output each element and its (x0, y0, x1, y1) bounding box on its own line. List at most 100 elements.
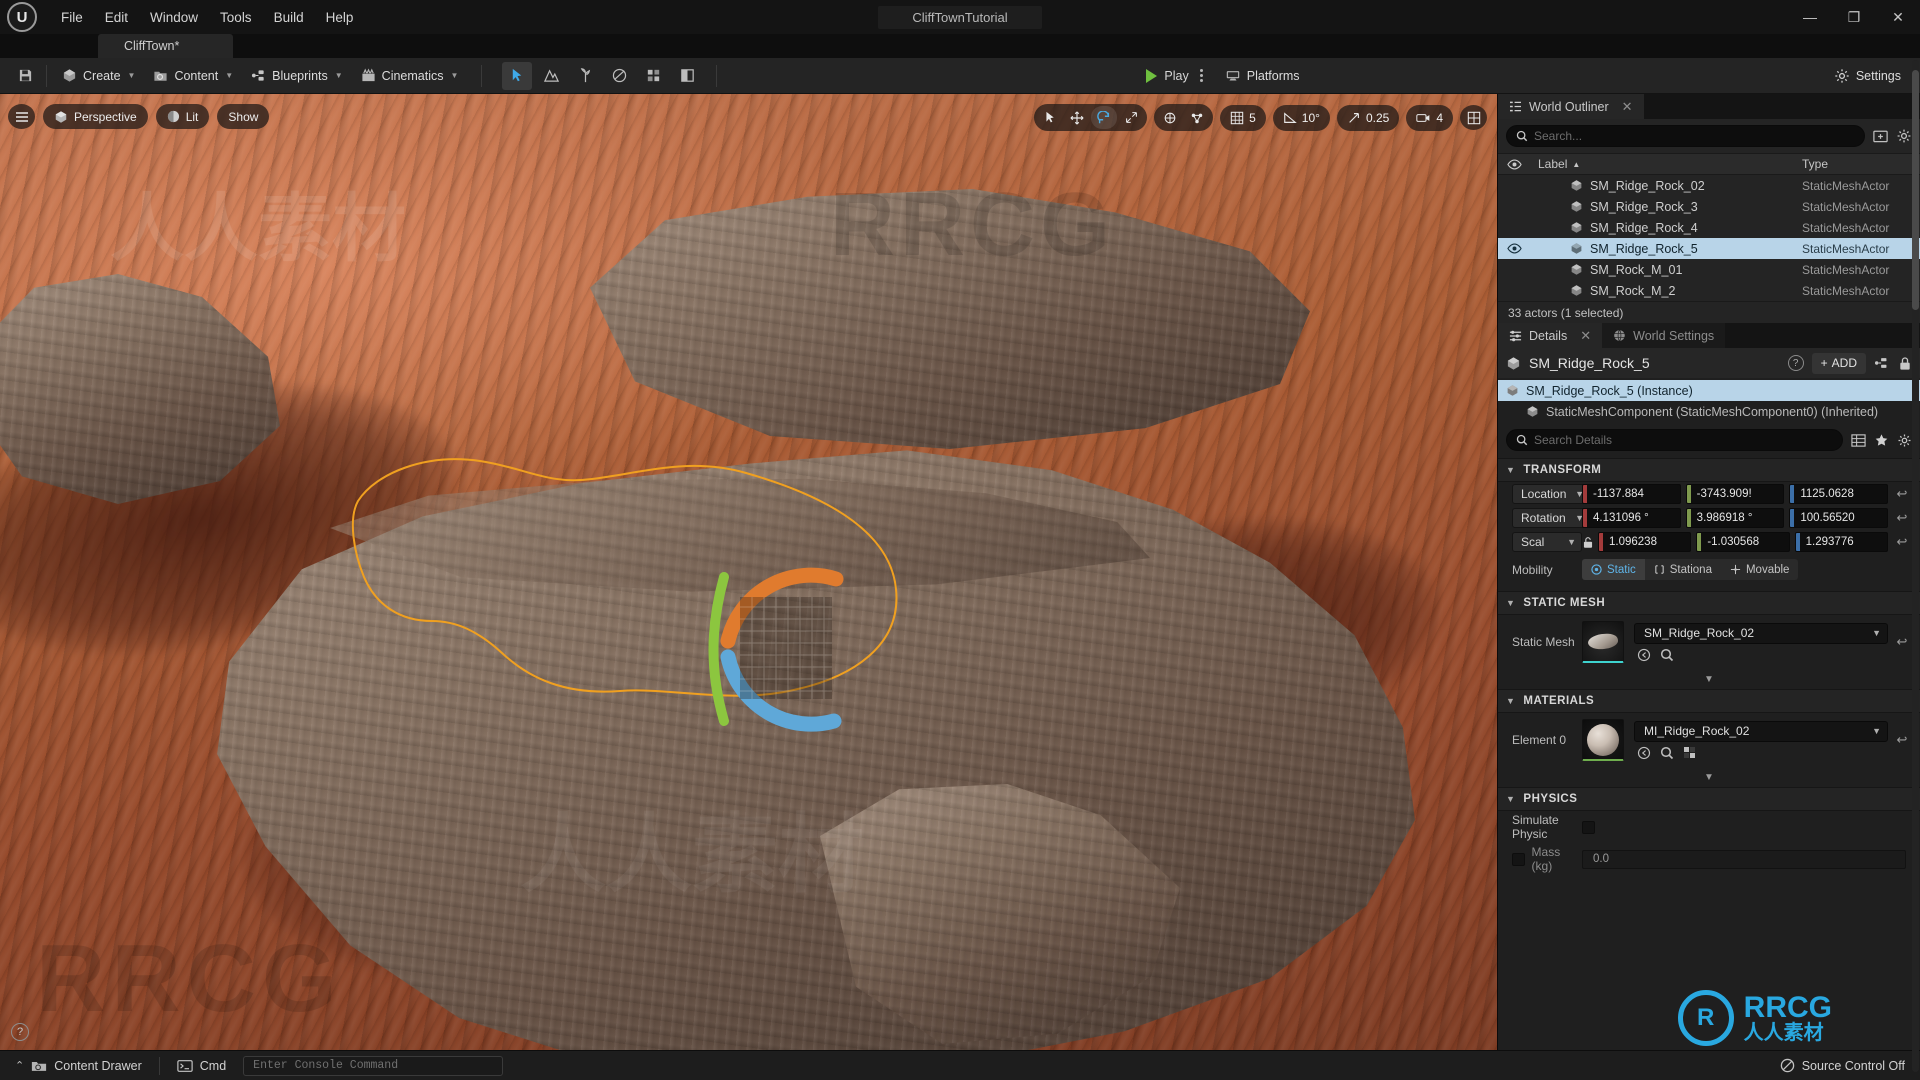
foliage-mode-icon[interactable] (570, 62, 600, 90)
material-thumbnail[interactable] (1582, 719, 1624, 761)
component-tree-row-staticmeshcomponent[interactable]: StaticMeshComponent (StaticMeshComponent… (1498, 401, 1920, 422)
unreal-engine-logo-icon[interactable]: U (7, 2, 37, 32)
mobility-static-option[interactable]: Static (1582, 559, 1645, 580)
rotation-gizmo[interactable] (706, 549, 856, 749)
simulate-physics-checkbox[interactable] (1582, 820, 1595, 834)
close-icon[interactable]: ✕ (1622, 99, 1633, 115)
menu-build[interactable]: Build (264, 6, 314, 29)
scale-tool-icon[interactable] (1118, 106, 1144, 129)
materials-expander-icon[interactable]: ▼ (1498, 767, 1920, 787)
menu-window[interactable]: Window (140, 6, 208, 29)
outliner-row[interactable]: SM_Ridge_Rock_5 StaticMeshActor (1498, 238, 1920, 259)
location-mode-combo[interactable]: Location ▼ (1512, 484, 1590, 504)
settings-button[interactable]: Settings (1825, 62, 1910, 90)
mass-value-input[interactable]: 0.0 (1582, 849, 1906, 869)
details-search-input[interactable]: Search Details (1506, 429, 1843, 451)
maximize-icon[interactable]: ❐ (1832, 0, 1876, 34)
scale-snap-control[interactable]: 0.25 (1336, 104, 1400, 131)
add-folder-icon[interactable] (1872, 128, 1889, 144)
checker-material-icon[interactable] (1683, 746, 1697, 760)
content-drawer-button[interactable]: ⌃ Content Drawer (8, 1056, 149, 1076)
static-mesh-expander-icon[interactable]: ▼ (1498, 669, 1920, 689)
source-control-button[interactable]: Source Control Off (1773, 1055, 1912, 1076)
rotation-z-input[interactable]: 100.56520 (1789, 508, 1889, 528)
mesh-paint-mode-icon[interactable] (604, 62, 634, 90)
location-y-input[interactable]: -3743.909! (1685, 484, 1785, 504)
search-asset-icon[interactable] (1660, 746, 1674, 760)
lighting-mode-button[interactable]: Lit (155, 104, 210, 129)
outliner-search-input[interactable]: Search... (1506, 125, 1865, 147)
brush-edit-mode-icon[interactable] (672, 62, 702, 90)
lock-icon[interactable] (1898, 356, 1912, 371)
close-icon[interactable]: ✕ (1876, 0, 1920, 34)
column-view-icon[interactable] (1851, 433, 1866, 448)
menu-file[interactable]: File (51, 6, 93, 29)
level-tab-clifftown[interactable]: CliffTown* (98, 34, 233, 58)
viewport-render[interactable]: RRCG 人人素材 人人素材 RRCG (0, 94, 1497, 1050)
mobility-movable-option[interactable]: Movable (1721, 559, 1798, 580)
console-command-input[interactable]: Enter Console Command (243, 1055, 504, 1076)
rotation-y-input[interactable]: 3.986918 ° (1685, 508, 1785, 528)
create-button[interactable]: Create ▼ (53, 62, 144, 90)
surface-snap-icon[interactable] (1184, 106, 1210, 129)
outliner-row[interactable]: SM_Ridge_Rock_3 StaticMeshActor (1498, 196, 1920, 217)
play-button[interactable]: Play (1138, 65, 1196, 87)
section-header-materials[interactable]: ▼ MATERIALS (1498, 689, 1920, 713)
cinematics-button[interactable]: Cinematics ▼ (352, 62, 468, 90)
world-space-icon[interactable] (1157, 106, 1183, 129)
content-button[interactable]: Content ▼ (144, 62, 242, 90)
scale-x-input[interactable]: 1.096238 (1598, 532, 1692, 552)
rotation-x-input[interactable]: 4.131096 ° (1582, 508, 1681, 528)
cmd-button[interactable]: Cmd (170, 1056, 233, 1076)
browse-to-asset-icon[interactable] (1637, 648, 1651, 662)
viewport-menu-icon[interactable] (8, 104, 35, 129)
static-mesh-combo[interactable]: SM_Ridge_Rock_02 ▼ (1634, 622, 1888, 644)
menu-tools[interactable]: Tools (210, 6, 262, 29)
component-tree-row-instance[interactable]: SM_Ridge_Rock_5 (Instance) (1498, 380, 1920, 401)
browse-to-asset-icon[interactable] (1637, 746, 1651, 760)
save-icon[interactable] (10, 62, 40, 90)
angle-snap-control[interactable]: 10° (1272, 104, 1330, 131)
outliner-row[interactable]: SM_Rock_M_2 StaticMeshActor (1498, 280, 1920, 301)
viewport-layout-icon[interactable] (1460, 105, 1487, 130)
section-header-transform[interactable]: ▼ TRANSFORM (1498, 458, 1920, 482)
minimize-icon[interactable]: — (1788, 0, 1832, 34)
select-tool-icon[interactable] (1037, 106, 1063, 129)
play-options-icon[interactable] (1197, 69, 1206, 82)
camera-speed-control[interactable]: 4 (1406, 104, 1453, 131)
section-header-physics[interactable]: ▼ PHYSICS (1498, 787, 1920, 811)
favorites-star-icon[interactable] (1874, 433, 1889, 448)
visibility-icon[interactable] (1498, 159, 1530, 170)
mobility-stationary-option[interactable]: Stationa (1645, 559, 1721, 580)
outliner-row[interactable]: SM_Rock_M_01 StaticMeshActor (1498, 259, 1920, 280)
scale-mode-combo[interactable]: Scal ▼ (1512, 532, 1582, 552)
move-tool-icon[interactable] (1064, 106, 1090, 129)
level-viewport[interactable]: RRCG 人人素材 人人素材 RRCG Perspective Lit (0, 94, 1497, 1050)
scale-z-input[interactable]: 1.293776 (1794, 532, 1888, 552)
section-header-static-mesh[interactable]: ▼ STATIC MESH (1498, 591, 1920, 615)
view-mode-button[interactable]: Perspective (43, 104, 148, 129)
mass-override-checkbox[interactable] (1512, 852, 1525, 866)
outliner-row[interactable]: SM_Ridge_Rock_02 StaticMeshActor (1498, 175, 1920, 196)
platforms-button[interactable]: Platforms (1216, 62, 1309, 90)
scale-lock-icon[interactable] (1582, 536, 1598, 549)
grid-snap-control[interactable]: 5 (1220, 104, 1266, 131)
tab-world-settings[interactable]: World Settings (1602, 323, 1726, 348)
landscape-mode-icon[interactable] (536, 62, 566, 90)
rotate-tool-icon[interactable] (1091, 106, 1118, 129)
visibility-toggle-icon[interactable] (1498, 243, 1530, 254)
material-combo[interactable]: MI_Ridge_Rock_02 ▼ (1634, 720, 1888, 742)
details-scrollbar-thumb[interactable] (1912, 70, 1919, 310)
rotation-mode-combo[interactable]: Rotation ▼ (1512, 508, 1590, 528)
menu-help[interactable]: Help (316, 6, 364, 29)
blueprints-button[interactable]: Blueprints ▼ (242, 62, 352, 90)
show-menu-button[interactable]: Show (217, 104, 270, 129)
details-help-icon[interactable]: ? (1787, 355, 1804, 371)
location-x-input[interactable]: -1137.884 (1582, 484, 1681, 504)
tab-details[interactable]: Details ✕ (1498, 323, 1603, 348)
menu-edit[interactable]: Edit (95, 6, 138, 29)
blueprint-icon[interactable] (1874, 356, 1890, 370)
add-component-button[interactable]: + ADD (1811, 352, 1866, 374)
outliner-settings-gear-icon[interactable] (1896, 128, 1912, 144)
outliner-type-column[interactable]: Type (1798, 157, 1920, 171)
